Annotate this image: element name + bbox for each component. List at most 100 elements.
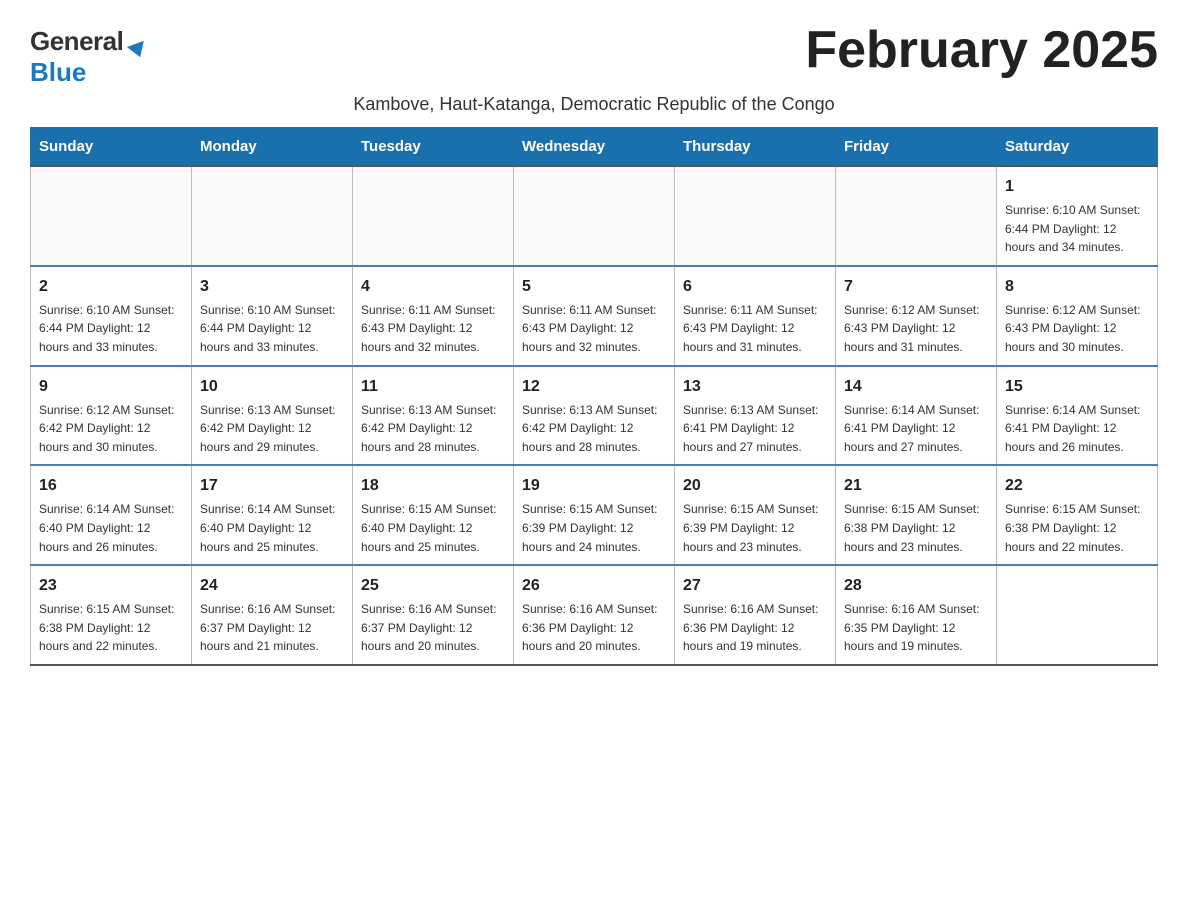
day-info: Sunrise: 6:15 AM Sunset: 6:38 PM Dayligh… bbox=[1005, 500, 1149, 556]
day-info: Sunrise: 6:13 AM Sunset: 6:42 PM Dayligh… bbox=[361, 401, 505, 457]
calendar-cell: 2Sunrise: 6:10 AM Sunset: 6:44 PM Daylig… bbox=[31, 266, 192, 366]
calendar-week-row: 9Sunrise: 6:12 AM Sunset: 6:42 PM Daylig… bbox=[31, 366, 1158, 466]
calendar-week-row: 2Sunrise: 6:10 AM Sunset: 6:44 PM Daylig… bbox=[31, 266, 1158, 366]
day-info: Sunrise: 6:15 AM Sunset: 6:40 PM Dayligh… bbox=[361, 500, 505, 556]
day-number: 2 bbox=[39, 275, 183, 299]
day-info: Sunrise: 6:12 AM Sunset: 6:43 PM Dayligh… bbox=[1005, 301, 1149, 357]
day-number: 4 bbox=[361, 275, 505, 299]
calendar: SundayMondayTuesdayWednesdayThursdayFrid… bbox=[30, 127, 1158, 666]
day-info: Sunrise: 6:11 AM Sunset: 6:43 PM Dayligh… bbox=[683, 301, 827, 357]
calendar-cell: 7Sunrise: 6:12 AM Sunset: 6:43 PM Daylig… bbox=[836, 266, 997, 366]
day-number: 20 bbox=[683, 474, 827, 498]
calendar-cell: 20Sunrise: 6:15 AM Sunset: 6:39 PM Dayli… bbox=[675, 465, 836, 565]
calendar-cell: 14Sunrise: 6:14 AM Sunset: 6:41 PM Dayli… bbox=[836, 366, 997, 466]
day-info: Sunrise: 6:14 AM Sunset: 6:41 PM Dayligh… bbox=[1005, 401, 1149, 457]
calendar-cell: 24Sunrise: 6:16 AM Sunset: 6:37 PM Dayli… bbox=[192, 565, 353, 665]
calendar-cell: 23Sunrise: 6:15 AM Sunset: 6:38 PM Dayli… bbox=[31, 565, 192, 665]
day-info: Sunrise: 6:10 AM Sunset: 6:44 PM Dayligh… bbox=[39, 301, 183, 357]
calendar-cell: 13Sunrise: 6:13 AM Sunset: 6:41 PM Dayli… bbox=[675, 366, 836, 466]
calendar-cell: 11Sunrise: 6:13 AM Sunset: 6:42 PM Dayli… bbox=[353, 366, 514, 466]
day-number: 14 bbox=[844, 375, 988, 399]
calendar-cell: 15Sunrise: 6:14 AM Sunset: 6:41 PM Dayli… bbox=[997, 366, 1158, 466]
calendar-cell: 27Sunrise: 6:16 AM Sunset: 6:36 PM Dayli… bbox=[675, 565, 836, 665]
day-number: 6 bbox=[683, 275, 827, 299]
calendar-cell: 1Sunrise: 6:10 AM Sunset: 6:44 PM Daylig… bbox=[997, 166, 1158, 266]
calendar-cell bbox=[675, 166, 836, 266]
day-number: 18 bbox=[361, 474, 505, 498]
day-number: 11 bbox=[361, 375, 505, 399]
day-number: 16 bbox=[39, 474, 183, 498]
header: General Blue February 2025 bbox=[30, 20, 1158, 88]
day-number: 22 bbox=[1005, 474, 1149, 498]
day-info: Sunrise: 6:16 AM Sunset: 6:36 PM Dayligh… bbox=[522, 600, 666, 656]
calendar-cell: 6Sunrise: 6:11 AM Sunset: 6:43 PM Daylig… bbox=[675, 266, 836, 366]
day-number: 10 bbox=[200, 375, 344, 399]
day-info: Sunrise: 6:16 AM Sunset: 6:37 PM Dayligh… bbox=[200, 600, 344, 656]
calendar-cell bbox=[192, 166, 353, 266]
day-info: Sunrise: 6:12 AM Sunset: 6:43 PM Dayligh… bbox=[844, 301, 988, 357]
day-info: Sunrise: 6:10 AM Sunset: 6:44 PM Dayligh… bbox=[1005, 201, 1149, 257]
day-number: 12 bbox=[522, 375, 666, 399]
day-info: Sunrise: 6:15 AM Sunset: 6:38 PM Dayligh… bbox=[844, 500, 988, 556]
day-number: 28 bbox=[844, 574, 988, 598]
calendar-cell bbox=[514, 166, 675, 266]
calendar-cell bbox=[31, 166, 192, 266]
day-number: 21 bbox=[844, 474, 988, 498]
day-info: Sunrise: 6:13 AM Sunset: 6:41 PM Dayligh… bbox=[683, 401, 827, 457]
day-info: Sunrise: 6:12 AM Sunset: 6:42 PM Dayligh… bbox=[39, 401, 183, 457]
calendar-cell: 3Sunrise: 6:10 AM Sunset: 6:44 PM Daylig… bbox=[192, 266, 353, 366]
calendar-header-monday: Monday bbox=[192, 128, 353, 167]
calendar-header-row: SundayMondayTuesdayWednesdayThursdayFrid… bbox=[31, 128, 1158, 167]
calendar-cell: 19Sunrise: 6:15 AM Sunset: 6:39 PM Dayli… bbox=[514, 465, 675, 565]
day-number: 23 bbox=[39, 574, 183, 598]
calendar-week-row: 23Sunrise: 6:15 AM Sunset: 6:38 PM Dayli… bbox=[31, 565, 1158, 665]
calendar-header-wednesday: Wednesday bbox=[514, 128, 675, 167]
day-info: Sunrise: 6:14 AM Sunset: 6:41 PM Dayligh… bbox=[844, 401, 988, 457]
day-number: 26 bbox=[522, 574, 666, 598]
calendar-cell: 22Sunrise: 6:15 AM Sunset: 6:38 PM Dayli… bbox=[997, 465, 1158, 565]
calendar-cell: 16Sunrise: 6:14 AM Sunset: 6:40 PM Dayli… bbox=[31, 465, 192, 565]
logo-blue-text: Blue bbox=[30, 57, 86, 88]
day-info: Sunrise: 6:16 AM Sunset: 6:37 PM Dayligh… bbox=[361, 600, 505, 656]
calendar-header-friday: Friday bbox=[836, 128, 997, 167]
day-number: 5 bbox=[522, 275, 666, 299]
calendar-header-thursday: Thursday bbox=[675, 128, 836, 167]
calendar-cell bbox=[353, 166, 514, 266]
day-number: 3 bbox=[200, 275, 344, 299]
calendar-week-row: 16Sunrise: 6:14 AM Sunset: 6:40 PM Dayli… bbox=[31, 465, 1158, 565]
day-info: Sunrise: 6:16 AM Sunset: 6:35 PM Dayligh… bbox=[844, 600, 988, 656]
calendar-cell: 28Sunrise: 6:16 AM Sunset: 6:35 PM Dayli… bbox=[836, 565, 997, 665]
calendar-cell: 26Sunrise: 6:16 AM Sunset: 6:36 PM Dayli… bbox=[514, 565, 675, 665]
calendar-cell: 12Sunrise: 6:13 AM Sunset: 6:42 PM Dayli… bbox=[514, 366, 675, 466]
day-info: Sunrise: 6:10 AM Sunset: 6:44 PM Dayligh… bbox=[200, 301, 344, 357]
day-number: 7 bbox=[844, 275, 988, 299]
day-number: 8 bbox=[1005, 275, 1149, 299]
calendar-cell: 4Sunrise: 6:11 AM Sunset: 6:43 PM Daylig… bbox=[353, 266, 514, 366]
calendar-header-saturday: Saturday bbox=[997, 128, 1158, 167]
month-title: February 2025 bbox=[805, 20, 1158, 80]
calendar-header-sunday: Sunday bbox=[31, 128, 192, 167]
day-number: 25 bbox=[361, 574, 505, 598]
calendar-week-row: 1Sunrise: 6:10 AM Sunset: 6:44 PM Daylig… bbox=[31, 166, 1158, 266]
day-info: Sunrise: 6:11 AM Sunset: 6:43 PM Dayligh… bbox=[361, 301, 505, 357]
day-number: 24 bbox=[200, 574, 344, 598]
calendar-cell: 10Sunrise: 6:13 AM Sunset: 6:42 PM Dayli… bbox=[192, 366, 353, 466]
day-info: Sunrise: 6:14 AM Sunset: 6:40 PM Dayligh… bbox=[39, 500, 183, 556]
calendar-cell: 9Sunrise: 6:12 AM Sunset: 6:42 PM Daylig… bbox=[31, 366, 192, 466]
day-number: 19 bbox=[522, 474, 666, 498]
calendar-cell: 21Sunrise: 6:15 AM Sunset: 6:38 PM Dayli… bbox=[836, 465, 997, 565]
day-info: Sunrise: 6:14 AM Sunset: 6:40 PM Dayligh… bbox=[200, 500, 344, 556]
calendar-header-tuesday: Tuesday bbox=[353, 128, 514, 167]
day-info: Sunrise: 6:15 AM Sunset: 6:39 PM Dayligh… bbox=[522, 500, 666, 556]
day-number: 15 bbox=[1005, 375, 1149, 399]
subtitle: Kambove, Haut-Katanga, Democratic Republ… bbox=[30, 94, 1158, 115]
logo-general-text: General bbox=[30, 26, 144, 57]
calendar-cell: 5Sunrise: 6:11 AM Sunset: 6:43 PM Daylig… bbox=[514, 266, 675, 366]
calendar-cell: 8Sunrise: 6:12 AM Sunset: 6:43 PM Daylig… bbox=[997, 266, 1158, 366]
calendar-cell bbox=[997, 565, 1158, 665]
day-number: 1 bbox=[1005, 175, 1149, 199]
day-info: Sunrise: 6:15 AM Sunset: 6:38 PM Dayligh… bbox=[39, 600, 183, 656]
day-info: Sunrise: 6:16 AM Sunset: 6:36 PM Dayligh… bbox=[683, 600, 827, 656]
day-number: 17 bbox=[200, 474, 344, 498]
day-info: Sunrise: 6:13 AM Sunset: 6:42 PM Dayligh… bbox=[200, 401, 344, 457]
